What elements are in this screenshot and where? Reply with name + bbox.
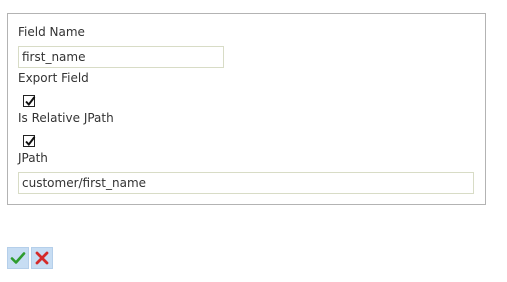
confirm-button[interactable] <box>7 247 29 269</box>
jpath-input[interactable] <box>18 172 474 194</box>
field-name-input[interactable] <box>18 46 224 68</box>
close-icon <box>35 251 49 265</box>
is-relative-jpath-label: Is Relative JPath <box>18 111 114 125</box>
checkmark-icon <box>10 252 26 264</box>
is-relative-jpath-checkbox[interactable] <box>23 135 36 147</box>
checkmark-icon <box>25 136 36 147</box>
cancel-button[interactable] <box>31 247 53 269</box>
export-field-label: Export Field <box>18 71 89 85</box>
export-field-checkbox[interactable] <box>23 95 36 107</box>
field-name-label: Field Name <box>18 25 85 39</box>
field-form-panel: Field Name Export Field Is Relative JPat… <box>7 13 486 205</box>
checkmark-icon <box>25 96 36 107</box>
jpath-label: JPath <box>18 151 48 165</box>
